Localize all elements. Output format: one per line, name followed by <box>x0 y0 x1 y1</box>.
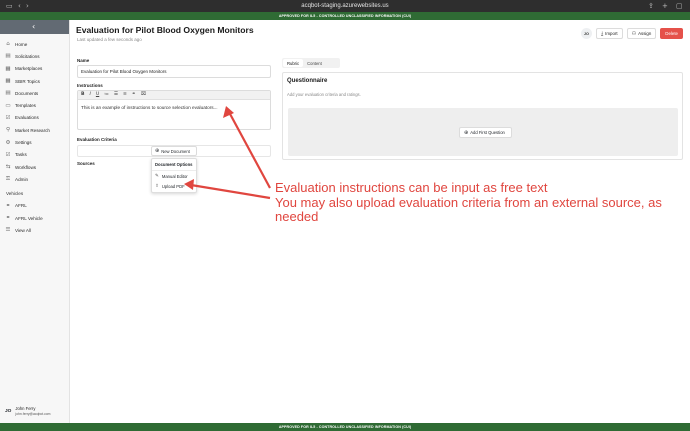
annotation-text: Evaluation instructions can be input as … <box>275 180 690 225</box>
cui-banner-bottom: APPROVED FOR IL5 - CONTROLLED UNCLASSIFI… <box>0 423 690 431</box>
annotation-line-2: You may also upload evaluation criteria … <box>275 194 662 224</box>
arrow-to-instructions <box>228 111 271 189</box>
annotation-line-1: Evaluation instructions can be input as … <box>275 180 548 195</box>
arrowhead-upload <box>184 179 194 190</box>
arrow-to-upload <box>190 183 271 200</box>
